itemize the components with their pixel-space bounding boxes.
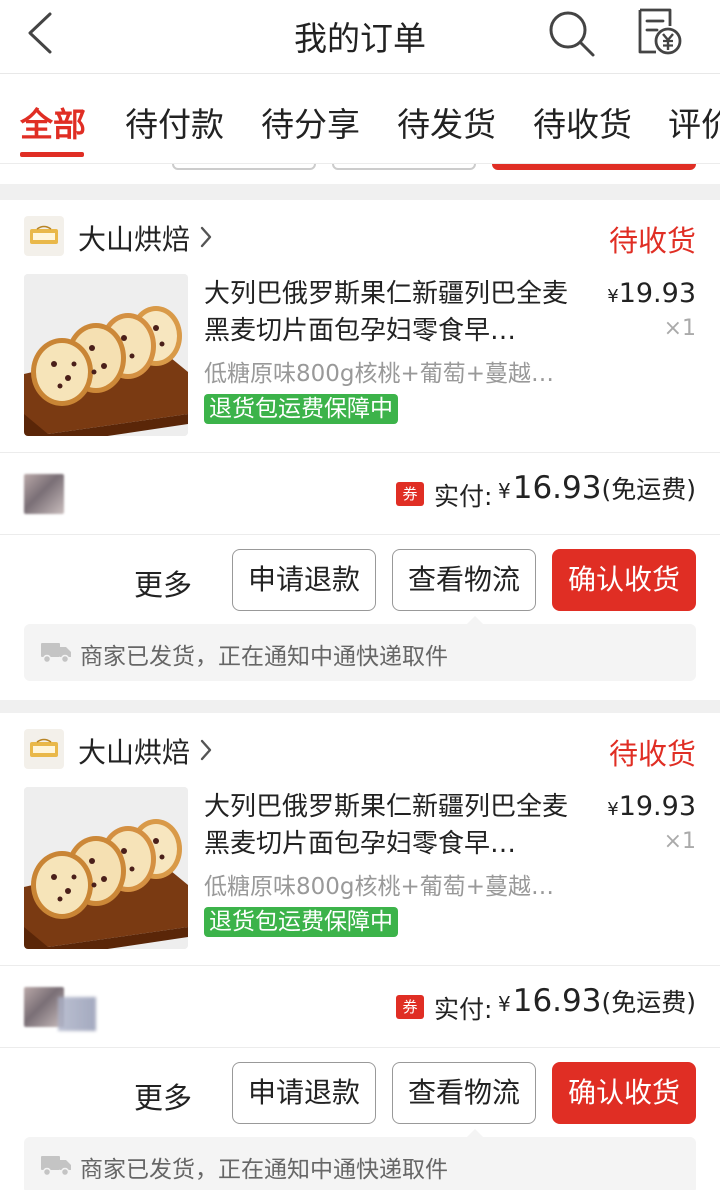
price-value: 19.93	[618, 791, 696, 822]
store-logo	[24, 729, 64, 769]
tab-pending-payment[interactable]: 待付款	[125, 98, 224, 146]
product-spec: 低糖原味800g核桃+葡萄+蔓越…	[204, 361, 555, 387]
notice-pointer	[466, 616, 484, 625]
truck-icon	[41, 643, 71, 664]
avatar	[24, 474, 64, 514]
chevron-right-icon[interactable]	[196, 735, 216, 765]
product-title[interactable]: 大列巴俄罗斯果仁新疆列巴全麦黑麦切片面包孕妇零食早…	[204, 276, 580, 350]
logistics-notice-text: 商家已发货，正在通知中通快递取件	[80, 644, 448, 670]
product-quantity: ×1	[663, 316, 696, 341]
return-shipping-guarantee-badge: 退货包运费保障中	[204, 394, 398, 424]
request-refund-button[interactable]: 申请退款	[232, 549, 376, 611]
logistics-notice[interactable]: 商家已发货，正在通知中通快递取件	[24, 1129, 696, 1190]
product-price: ¥19.93	[607, 791, 696, 822]
bill-yuan-icon[interactable]	[634, 6, 684, 58]
currency-symbol: ¥	[498, 992, 511, 1016]
notice-pointer	[466, 1129, 484, 1138]
store-name[interactable]: 大山烘焙	[78, 218, 190, 258]
currency-symbol: ¥	[607, 799, 619, 820]
page-title: 我的订单	[294, 19, 426, 58]
logistics-notice[interactable]: 商家已发货，正在通知中通快递取件	[24, 616, 696, 681]
paid-amount: ¥16.93(免运费)	[498, 470, 696, 506]
tab-review[interactable]: 评价	[668, 98, 720, 146]
divider	[0, 534, 720, 535]
product-title[interactable]: 大列巴俄罗斯果仁新疆列巴全麦黑麦切片面包孕妇零食早…	[204, 789, 580, 863]
paid-value: 16.93	[512, 470, 602, 506]
search-icon[interactable]	[546, 8, 598, 60]
product-quantity: ×1	[663, 829, 696, 854]
store-logo-icon	[30, 225, 58, 244]
confirm-receipt-button[interactable]: 确认收货	[552, 549, 696, 611]
chevron-right-icon[interactable]	[196, 222, 216, 252]
top-bar: 我的订单	[0, 0, 720, 74]
order-status: 待收货	[608, 224, 696, 258]
paid-amount: ¥16.93(免运费)	[498, 983, 696, 1019]
previous-order-button	[332, 164, 476, 170]
currency-symbol: ¥	[607, 286, 619, 307]
logistics-notice-text: 商家已发货，正在通知中通快递取件	[80, 1157, 448, 1183]
store-logo	[24, 216, 64, 256]
price-value: 19.93	[618, 278, 696, 309]
order-card[interactable]: 大山烘焙 待收货 大列巴俄罗斯果仁新疆列巴全麦黑麦切片面包孕妇零食早… 低糖原味…	[0, 200, 720, 700]
divider	[0, 452, 720, 453]
return-shipping-guarantee-badge: 退货包运费保障中	[204, 907, 398, 937]
product-spec: 低糖原味800g核桃+葡萄+蔓越…	[204, 874, 555, 900]
tab-pending-share[interactable]: 待分享	[261, 98, 360, 146]
order-card[interactable]: 大山烘焙 待收货 大列巴俄罗斯果仁新疆列巴全麦黑麦切片面包孕妇零食早… 低糖原味…	[0, 713, 720, 1190]
product-image[interactable]	[24, 274, 188, 436]
shipping-note: (免运费)	[601, 475, 696, 504]
paid-value: 16.93	[512, 983, 602, 1019]
previous-order-button	[492, 164, 696, 170]
coupon-badge: 券	[396, 482, 424, 506]
avatar	[58, 997, 96, 1031]
currency-symbol: ¥	[498, 479, 511, 503]
store-name[interactable]: 大山烘焙	[78, 731, 190, 771]
coupon-badge: 券	[396, 995, 424, 1019]
product-price: ¥19.93	[607, 278, 696, 309]
previous-order-remnant	[0, 164, 720, 184]
order-tabs: 全部 待付款 待分享 待发货 待收货 评价	[0, 74, 720, 164]
store-logo-icon	[30, 738, 58, 757]
view-logistics-button[interactable]: 查看物流	[392, 549, 536, 611]
previous-order-button	[172, 164, 316, 170]
request-refund-button[interactable]: 申请退款	[232, 1062, 376, 1124]
bread-image-icon	[24, 787, 188, 949]
divider	[0, 965, 720, 966]
shipping-note: (免运费)	[601, 988, 696, 1017]
more-button[interactable]: 更多	[134, 562, 192, 604]
tab-pending-receipt[interactable]: 待收货	[533, 98, 632, 146]
bread-image-icon	[24, 274, 188, 436]
confirm-receipt-button[interactable]: 确认收货	[552, 1062, 696, 1124]
paid-label: 实付:	[434, 995, 493, 1024]
tab-all[interactable]: 全部	[20, 98, 86, 146]
truck-icon	[41, 1156, 71, 1177]
divider	[0, 1047, 720, 1048]
more-button[interactable]: 更多	[134, 1075, 192, 1117]
tab-pending-shipment[interactable]: 待发货	[397, 98, 496, 146]
product-image[interactable]	[24, 787, 188, 949]
active-tab-indicator	[20, 152, 84, 157]
view-logistics-button[interactable]: 查看物流	[392, 1062, 536, 1124]
order-status: 待收货	[608, 737, 696, 771]
paid-label: 实付:	[434, 482, 493, 511]
